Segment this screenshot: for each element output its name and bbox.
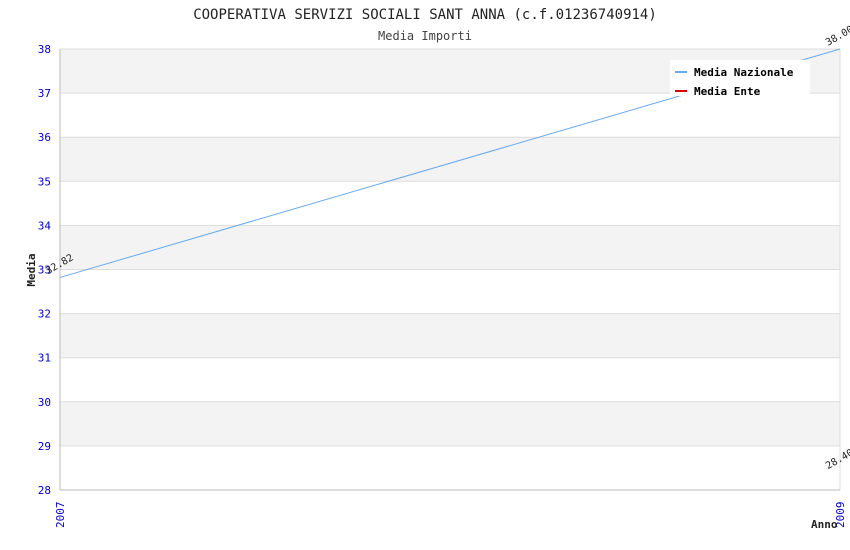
x-axis-label: Anno [811,518,838,531]
x-tick-label: 2007 [54,502,67,529]
y-tick-label: 35 [38,175,51,188]
grid-band [60,137,840,182]
chart-title: COOPERATIVA SERVIZI SOCIALI SANT ANNA (c… [193,7,657,23]
grid-band [60,357,840,402]
legend: Media Nazionale Media Ente [670,60,810,98]
grid-band [60,269,840,314]
legend-entry: Media Ente [694,85,761,98]
y-tick-label: 29 [38,440,51,453]
y-tick-label: 31 [38,352,51,365]
chart: 2829303132333435363738 2007 2009 32.8238.… [25,7,850,531]
grid-band [60,445,840,490]
grid-band [60,225,840,270]
y-tick-label: 36 [38,131,51,144]
y-tick-label: 30 [38,396,51,409]
y-tick-label: 38 [38,43,51,56]
y-tick-label: 37 [38,87,51,100]
grid-band [60,181,840,226]
grid-band [60,93,840,138]
x-tick-labels: 2007 2009 [54,502,847,529]
y-axis-label: Media [25,253,38,286]
y-tick-label: 28 [38,484,51,497]
legend-entry: Media Nazionale [694,66,794,79]
data-label: 38.00 [824,24,850,49]
chart-subtitle: Media Importi [378,29,472,43]
y-tick-label: 32 [38,308,51,321]
y-tick-label: 34 [38,219,52,232]
grid-band [60,313,840,358]
grid-band [60,401,840,446]
